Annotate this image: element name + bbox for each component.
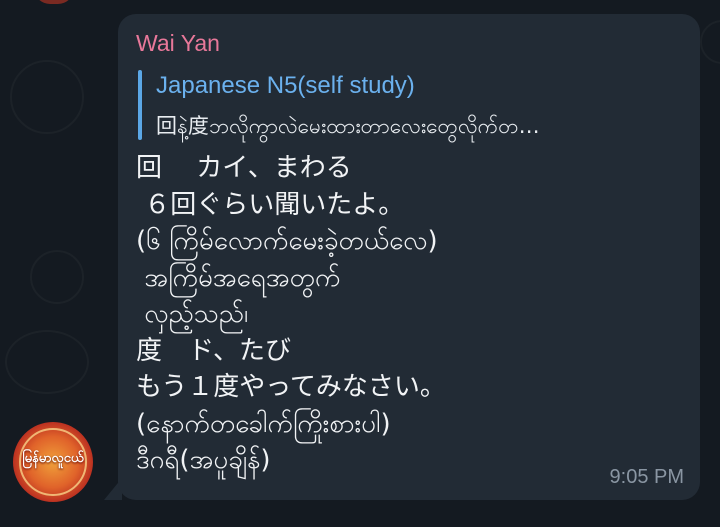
- avatar[interactable]: မြန်မာလူငယ်: [13, 422, 93, 502]
- message-timestamp: 9:05 PM: [609, 466, 684, 488]
- background-doodle: [5, 330, 89, 394]
- chat-background: Wai Yan Japanese N5(self study) 回နဲ့度ဘလိ…: [0, 0, 720, 527]
- message-bubble[interactable]: Wai Yan Japanese N5(self study) 回နဲ့度ဘလိ…: [118, 14, 700, 500]
- reply-preview[interactable]: Japanese N5(self study) 回နဲ့度ဘလိုကွာလဲမေ…: [138, 70, 683, 154]
- message-line: အကြိမ်အရေအတွက်: [136, 262, 341, 293]
- message-line: ဒီဂရီ(အပူချိန်): [136, 445, 271, 475]
- reply-title: Japanese N5(self study): [156, 72, 415, 99]
- reply-text: 回နဲ့度ဘလိုကွာလဲမေးထားတာလေးတွေလိုက်တ…: [156, 114, 540, 138]
- message-line: (နောက်တခေါက်ကြိုးစားပါ): [136, 408, 391, 439]
- background-doodle: [700, 20, 720, 64]
- message-text: 回 カイ、まわる ６回ぐらい聞いたよ。 (၆ ကြိမ်လောက်မေးခဲ့တ…: [136, 150, 676, 479]
- message-line: もう１度やってみなさい。: [136, 372, 446, 402]
- sender-name[interactable]: Wai Yan: [136, 30, 220, 57]
- message-line: ６回ぐらい聞いたよ。: [136, 189, 405, 220]
- background-doodle: [10, 60, 84, 134]
- message-line: လှည့်သည်၊: [136, 299, 249, 329]
- previous-avatar[interactable]: [34, 0, 74, 4]
- message-line: (၆ ကြိမ်လောက်မေးခဲ့တယ်လေ): [136, 226, 438, 256]
- message-line: 回 カイ、まわる: [136, 153, 352, 183]
- avatar-label: မြန်မာလူငယ်: [22, 451, 84, 466]
- message-line: 度 ド、たび: [136, 335, 291, 366]
- background-doodle: [30, 250, 84, 304]
- reply-accent-bar: [138, 70, 142, 140]
